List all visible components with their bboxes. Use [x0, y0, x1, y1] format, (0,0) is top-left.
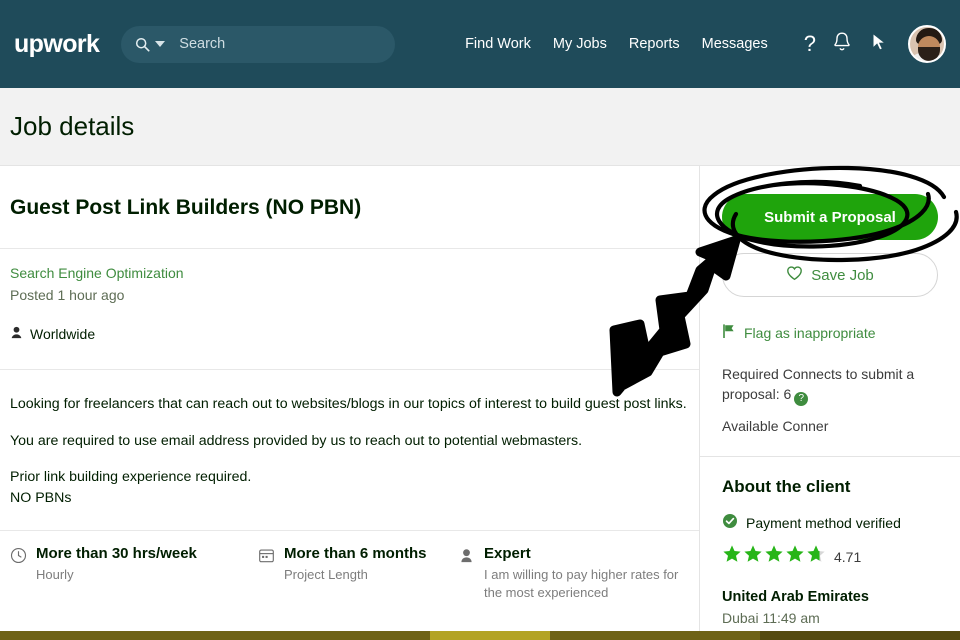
client-city-time: Dubai 11:49 am	[722, 610, 820, 627]
mouse-cursor-icon	[868, 30, 892, 59]
help-icon[interactable]: ?	[804, 33, 816, 55]
nav-link-messages[interactable]: Messages	[702, 36, 768, 52]
chevron-down-icon[interactable]	[155, 41, 166, 47]
divider	[0, 248, 699, 249]
clock-icon	[10, 545, 27, 601]
connects-label: Required Connects to submit a proposal: …	[722, 366, 915, 403]
attribute-value: Expert	[484, 545, 531, 563]
job-sidebar: Submit a Proposal Save Job Flag as inapp…	[700, 166, 960, 640]
top-navigation-bar: upwork Search Find Work My Jobs Reports …	[0, 0, 960, 88]
attribute-label: I am willing to pay higher rates for the…	[484, 567, 679, 600]
job-details-main: Guest Post Link Builders (NO PBN) Search…	[0, 166, 700, 640]
job-posted-time: Posted 1 hour ago	[10, 287, 125, 303]
attribute-value: More than 6 months	[284, 545, 427, 563]
client-country: United Arab Emirates	[722, 589, 869, 606]
attribute-label: Hourly	[36, 567, 74, 583]
available-connects-text: Available Conner	[722, 418, 829, 435]
divider	[700, 456, 960, 458]
flag-icon	[722, 323, 736, 342]
client-rating-row: 4.71	[722, 544, 938, 569]
search-input[interactable]: Search	[121, 25, 396, 63]
attribute-label: Project Length	[284, 567, 368, 583]
save-job-label: Save Job	[811, 266, 874, 284]
page-title: Job details	[10, 111, 135, 141]
heart-icon	[786, 265, 803, 285]
upwork-logo[interactable]: upwork	[14, 30, 100, 59]
attribute-duration: More than 6 months Project Length	[258, 545, 458, 601]
description-paragraph: Prior link building experience required.	[10, 469, 252, 486]
attribute-workload: More than 30 hrs/week Hourly	[10, 545, 258, 601]
nav-icon-group: ?	[804, 25, 946, 63]
description-paragraph: You are required to use email address pr…	[10, 432, 583, 449]
attribute-experience-level: Expert I am willing to pay higher rates …	[458, 545, 688, 601]
job-attributes: More than 30 hrs/week Hourly More than 6…	[10, 545, 689, 601]
required-connects-text: Required Connects to submit a proposal: …	[722, 364, 938, 407]
flag-as-inappropriate-link[interactable]: Flag as inappropriate	[722, 323, 938, 342]
divider	[0, 369, 699, 370]
client-rating-value: 4.71	[834, 548, 862, 565]
job-category-link[interactable]: Search Engine Optimization	[10, 265, 689, 281]
verified-check-icon	[722, 513, 738, 532]
page-header-band: Job details	[0, 88, 960, 166]
content-columns: Guest Post Link Builders (NO PBN) Search…	[0, 166, 960, 640]
about-client-heading: About the client	[722, 477, 851, 497]
save-job-button[interactable]: Save Job	[722, 253, 938, 297]
location-pin-icon	[10, 325, 23, 343]
description-paragraph: NO PBNs	[10, 489, 72, 506]
notifications-bell-icon[interactable]	[832, 31, 852, 58]
nav-link-reports[interactable]: Reports	[629, 36, 680, 52]
job-description: Looking for freelancers that can reach o…	[10, 394, 689, 508]
job-title: Guest Post Link Builders (NO PBN)	[10, 196, 362, 219]
avatar[interactable]	[908, 25, 946, 63]
star-rating	[722, 544, 826, 569]
search-placeholder: Search	[179, 36, 226, 52]
job-location-label: Worldwide	[30, 326, 96, 342]
connects-help-icon[interactable]: ?	[794, 392, 809, 407]
expertise-icon	[458, 545, 475, 601]
divider	[0, 530, 699, 532]
payment-verified-row: Payment method verified	[722, 513, 938, 532]
bottom-overlay-strip	[0, 631, 960, 640]
nav-link-my-jobs[interactable]: My Jobs	[553, 36, 607, 52]
flag-label: Flag as inappropriate	[744, 324, 876, 341]
nav-link-find-work[interactable]: Find Work	[465, 36, 531, 52]
nav-links: Find Work My Jobs Reports Messages	[465, 36, 768, 52]
submit-proposal-button[interactable]: Submit a Proposal	[722, 194, 938, 240]
description-paragraph: Looking for freelancers that can reach o…	[10, 396, 687, 412]
job-location-row: Worldwide	[10, 325, 689, 343]
search-icon	[135, 37, 150, 52]
attribute-value: More than 30 hrs/week	[36, 545, 197, 563]
calendar-icon	[258, 545, 275, 601]
payment-verified-label: Payment method verified	[746, 514, 901, 531]
